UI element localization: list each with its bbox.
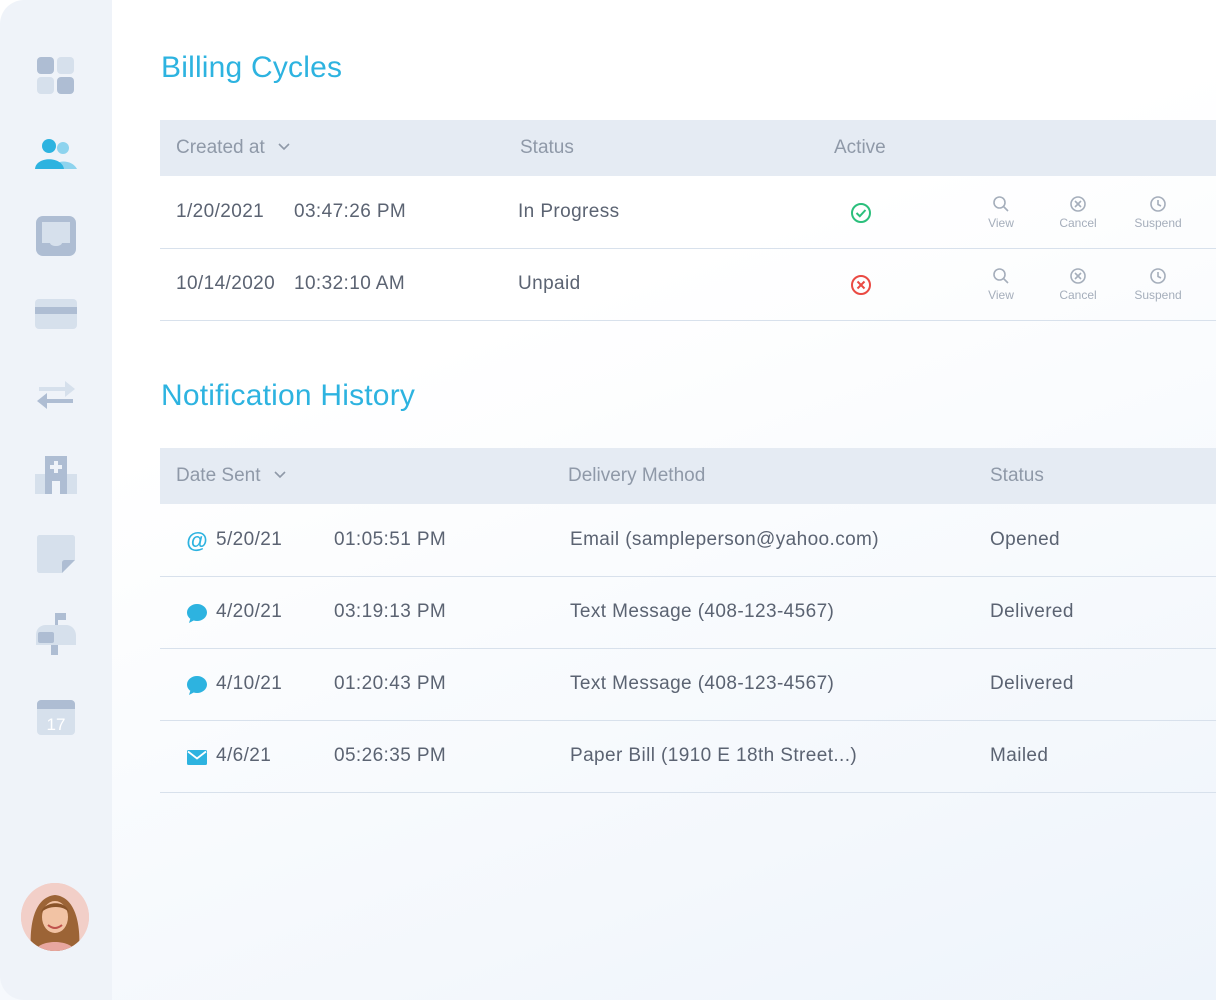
at-sign-icon: @	[186, 530, 207, 552]
cancel-button[interactable]: Cancel	[1038, 267, 1118, 302]
sidebar-item-notes[interactable]	[32, 530, 80, 578]
sidebar-item-payments[interactable]	[32, 290, 80, 338]
view-button[interactable]: View	[961, 195, 1041, 230]
inbox-icon	[36, 216, 76, 256]
check-circle-icon	[851, 203, 871, 223]
status-header: Status	[520, 137, 574, 158]
created-at-label: Created at	[176, 137, 265, 158]
view-label: View	[988, 216, 1014, 230]
envelope-icon	[187, 750, 207, 765]
table-row[interactable]: 4/20/21 03:19:13 PM Text Message (408-12…	[160, 576, 1216, 649]
notification-status: Opened	[990, 529, 1061, 550]
notification-status: Delivered	[990, 673, 1074, 694]
cancel-button[interactable]: Cancel	[1038, 195, 1118, 230]
suspend-button[interactable]: Suspend	[1118, 267, 1198, 302]
billing-cycles-title: Billing Cycles	[161, 51, 343, 84]
sidebar-item-users[interactable]	[32, 130, 80, 178]
sent-date: 5/20/21	[216, 529, 283, 550]
clock-icon	[1150, 268, 1166, 284]
notification-table-header: Date Sent Delivery Method Status	[160, 448, 1216, 504]
chat-bubble-icon	[187, 604, 207, 623]
delivery-method: Text Message (408-123-4567)	[570, 673, 835, 694]
cancel-label: Cancel	[1059, 288, 1097, 302]
grid-icon	[37, 57, 74, 94]
suspend-button[interactable]: Suspend	[1118, 195, 1198, 230]
sidebar-item-dashboard[interactable]	[32, 52, 80, 100]
magnifier-icon	[993, 196, 1009, 212]
magnifier-icon	[993, 268, 1009, 284]
app-window: 17 Billing Cycles Created at Status Acti…	[0, 0, 1216, 1000]
sent-date: 4/20/21	[216, 601, 283, 622]
created-time: 10:32:10 AM	[294, 273, 406, 294]
created-at-sort-header[interactable]: Created at	[176, 137, 290, 159]
cancel-circle-icon	[1070, 196, 1086, 212]
created-time: 03:47:26 PM	[294, 201, 407, 222]
transfer-arrows-icon	[37, 381, 75, 409]
sidebar-item-calendar[interactable]: 17	[32, 692, 80, 740]
delivery-method: Paper Bill (1910 E 18th Street...)	[570, 745, 858, 766]
chevron-down-icon	[274, 471, 286, 479]
calendar-day: 17	[47, 715, 66, 734]
x-circle-icon	[851, 275, 871, 295]
users-icon	[35, 139, 77, 169]
view-label: View	[988, 288, 1014, 302]
table-row[interactable]: 1/20/2021 03:47:26 PM In Progress View C…	[160, 176, 1216, 249]
sidebar-item-transfers[interactable]	[32, 370, 80, 418]
sent-time: 01:05:51 PM	[334, 529, 447, 550]
chevron-down-icon	[278, 143, 290, 151]
hospital-icon	[35, 456, 77, 494]
billing-table-header: Created at Status Active	[160, 120, 1216, 176]
sent-time: 01:20:43 PM	[334, 673, 447, 694]
chat-bubble-icon	[187, 676, 207, 695]
cancel-label: Cancel	[1059, 216, 1097, 230]
calendar-icon: 17	[37, 700, 75, 735]
mailbox-icon	[36, 613, 76, 655]
suspend-label: Suspend	[1134, 288, 1182, 302]
avatar[interactable]	[21, 883, 89, 951]
sent-time: 05:26:35 PM	[334, 745, 447, 766]
created-date: 1/20/2021	[176, 201, 265, 222]
delivery-method-header: Delivery Method	[568, 465, 706, 486]
user-photo	[21, 883, 89, 951]
table-row[interactable]: 4/10/21 01:20:43 PM Text Message (408-12…	[160, 648, 1216, 721]
sidebar-item-inbox[interactable]	[32, 212, 80, 260]
created-date: 10/14/2020	[176, 273, 276, 294]
billing-status: Unpaid	[518, 273, 581, 294]
svg-text:@: @	[186, 530, 207, 552]
table-row[interactable]: 10/14/2020 10:32:10 AM Unpaid View Cance…	[160, 248, 1216, 321]
delivery-method: Text Message (408-123-4567)	[570, 601, 835, 622]
credit-card-icon	[35, 299, 77, 329]
sidebar: 17	[0, 0, 112, 1000]
view-button[interactable]: View	[961, 267, 1041, 302]
notification-history-title: Notification History	[161, 379, 416, 412]
date-sent-label: Date Sent	[176, 465, 261, 486]
status-header: Status	[990, 465, 1044, 486]
sent-time: 03:19:13 PM	[334, 601, 447, 622]
delivery-method: Email (sampleperson@yahoo.com)	[570, 529, 880, 550]
billing-status: In Progress	[518, 201, 620, 222]
sidebar-item-mail[interactable]	[32, 610, 80, 658]
table-row[interactable]: @ 5/20/21 01:05:51 PM Email (sampleperso…	[160, 504, 1216, 577]
date-sent-sort-header[interactable]: Date Sent	[176, 465, 286, 487]
sent-date: 4/10/21	[216, 673, 283, 694]
sticky-note-icon	[37, 535, 75, 573]
suspend-label: Suspend	[1134, 216, 1182, 230]
cancel-circle-icon	[1070, 268, 1086, 284]
table-row[interactable]: 4/6/21 05:26:35 PM Paper Bill (1910 E 18…	[160, 720, 1216, 793]
notification-status: Delivered	[990, 601, 1074, 622]
sidebar-item-facilities[interactable]	[32, 450, 80, 498]
active-header: Active	[834, 137, 886, 158]
notification-status: Mailed	[990, 745, 1049, 766]
sent-date: 4/6/21	[216, 745, 272, 766]
clock-icon	[1150, 196, 1166, 212]
